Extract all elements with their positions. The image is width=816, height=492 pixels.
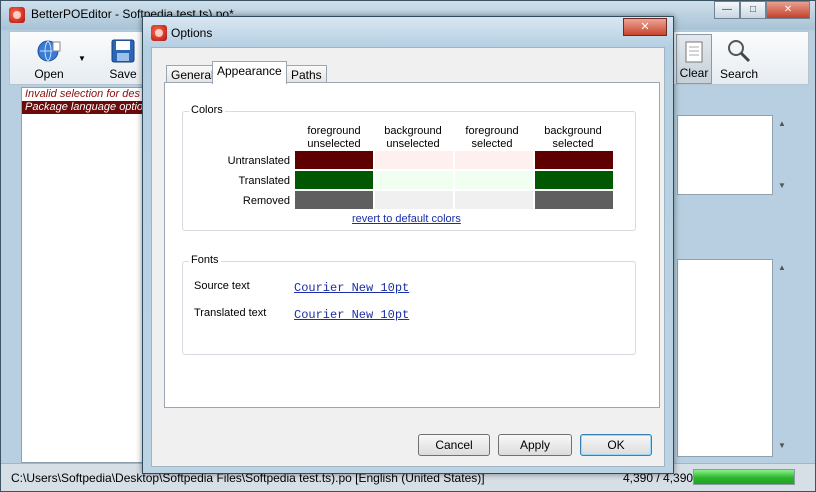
row-label-translated: Translated: [238, 175, 290, 187]
column-header-line: foreground: [465, 125, 519, 137]
save-label: Save: [109, 67, 137, 81]
column-header-foreground-unselected: foreground unselected: [295, 125, 373, 151]
column-header-background-selected: background selected: [534, 125, 612, 151]
scroll-down-arrow-icon[interactable]: ▼: [775, 181, 789, 190]
search-label: Search: [719, 67, 759, 81]
colors-group-title: Colors: [189, 104, 225, 116]
swatch-untranslated-bg-unselected[interactable]: [375, 151, 453, 169]
progress-bar: [693, 469, 795, 485]
source-text-label: Source text: [194, 280, 250, 292]
tab-appearance[interactable]: Appearance: [212, 61, 287, 84]
swatch-untranslated-bg-selected[interactable]: [535, 151, 613, 169]
column-header-line: unselected: [386, 138, 440, 150]
swatch-removed-bg-unselected[interactable]: [375, 191, 453, 209]
swatch-removed-fg-selected[interactable]: [455, 191, 533, 209]
translated-font-link[interactable]: Courier New 10pt: [294, 308, 409, 322]
search-button[interactable]: Search: [714, 34, 764, 84]
translated-text-label: Translated text: [194, 307, 267, 319]
swatch-translated-bg-selected[interactable]: [535, 171, 613, 189]
open-globe-icon: [37, 40, 61, 62]
scroll-down-arrow-icon[interactable]: ▼: [775, 441, 789, 450]
swatch-removed-bg-selected[interactable]: [535, 191, 613, 209]
swatch-untranslated-fg-selected[interactable]: [455, 151, 533, 169]
column-header-line: background: [544, 125, 602, 137]
progress-bar-fill: [694, 470, 794, 484]
apply-button[interactable]: Apply: [498, 434, 572, 456]
error-list-item[interactable]: Invalid selection for des: [22, 88, 144, 101]
fonts-group-title: Fonts: [189, 254, 221, 266]
floppy-disk-icon: [111, 39, 135, 63]
colors-group: Colors foreground unselected background …: [182, 104, 636, 231]
magnifier-search-icon: [728, 40, 751, 63]
open-button[interactable]: Open: [24, 34, 74, 84]
column-header-line: selected: [471, 138, 513, 150]
revert-default-colors-link[interactable]: revert to default colors: [352, 213, 461, 225]
clear-document-icon: [685, 41, 703, 63]
window-controls: — □ ✕: [714, 1, 810, 19]
error-list-item-selected[interactable]: Package language optio: [22, 101, 144, 114]
translation-box[interactable]: [677, 259, 773, 457]
open-label: Open: [34, 67, 64, 81]
column-header-line: background: [384, 125, 442, 137]
app-icon: [9, 7, 25, 23]
swatch-translated-bg-unselected[interactable]: [375, 171, 453, 189]
swatch-removed-fg-unselected[interactable]: [295, 191, 373, 209]
swatch-translated-fg-unselected[interactable]: [295, 171, 373, 189]
scroll-up-arrow-icon[interactable]: ▲: [775, 119, 789, 128]
dialog-close-button[interactable]: ✕: [623, 18, 667, 36]
column-header-line: unselected: [307, 138, 361, 150]
options-dialog: Options ✕ General Appearance Paths Color…: [142, 16, 674, 474]
column-header-background-unselected: background unselected: [374, 125, 452, 151]
cancel-button[interactable]: Cancel: [418, 434, 490, 456]
open-dropdown-arrow-icon[interactable]: ▼: [78, 54, 86, 63]
scroll-up-arrow-icon[interactable]: ▲: [775, 263, 789, 272]
ok-button[interactable]: OK: [580, 434, 652, 456]
dialog-body: General Appearance Paths Colors foregrou…: [151, 47, 665, 467]
comment-box[interactable]: [677, 115, 773, 195]
row-label-removed: Removed: [242, 195, 290, 207]
column-header-foreground-selected: foreground selected: [453, 125, 531, 151]
tab-paths[interactable]: Paths: [286, 65, 327, 83]
maximize-button[interactable]: □: [740, 1, 766, 19]
errors-list[interactable]: Invalid selection for des Package langua…: [21, 87, 145, 463]
save-button[interactable]: Save: [98, 34, 148, 84]
dialog-title: Options: [171, 26, 213, 40]
close-button[interactable]: ✕: [766, 1, 810, 19]
appearance-tab-panel: Colors foreground unselected background …: [164, 82, 660, 408]
swatch-untranslated-fg-unselected[interactable]: [295, 151, 373, 169]
column-header-line: foreground: [307, 125, 361, 137]
source-font-link[interactable]: Courier New 10pt: [294, 281, 409, 295]
tab-general[interactable]: General: [166, 65, 219, 83]
clear-button[interactable]: Clear: [676, 34, 712, 84]
minimize-button[interactable]: —: [714, 1, 740, 19]
clear-label: Clear: [679, 66, 709, 80]
dialog-app-icon: [151, 25, 167, 41]
fonts-group: Fonts Source text Courier New 10pt Trans…: [182, 254, 636, 355]
column-header-line: selected: [552, 138, 594, 150]
row-label-untranslated: Untranslated: [227, 155, 290, 167]
swatch-translated-fg-selected[interactable]: [455, 171, 533, 189]
